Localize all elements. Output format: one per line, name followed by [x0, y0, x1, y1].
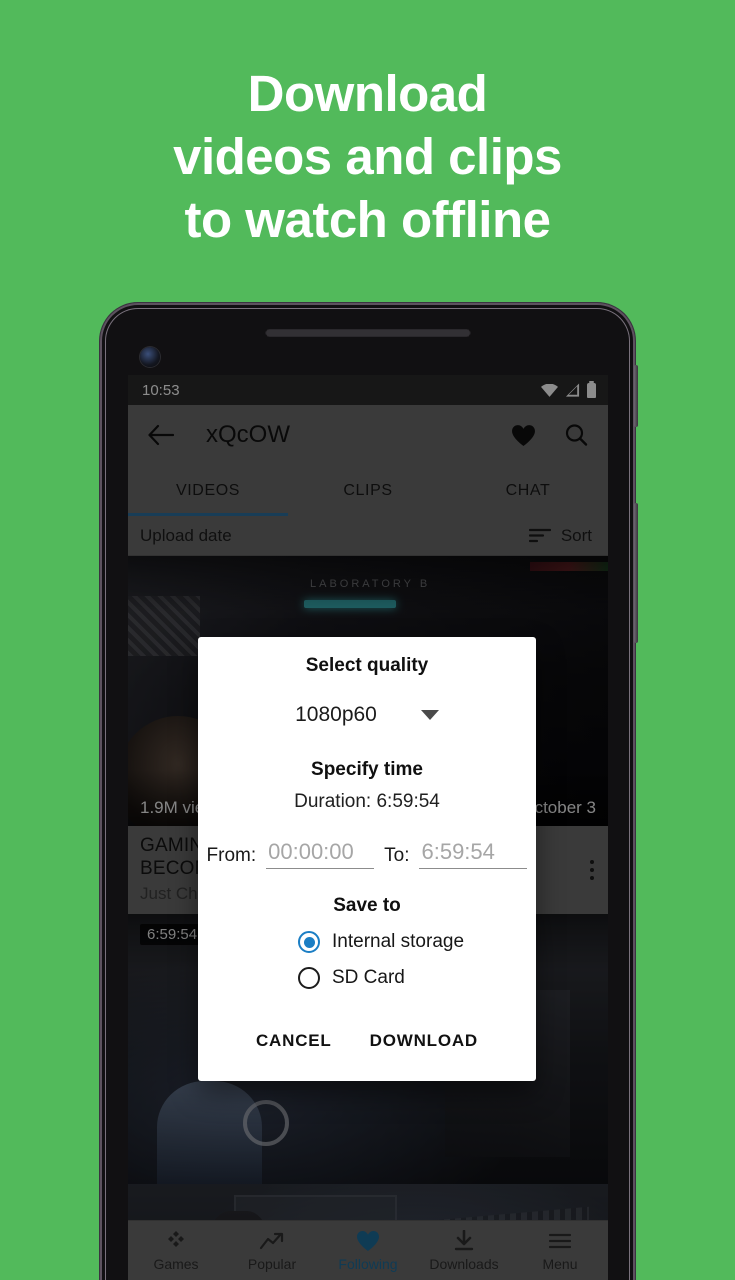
radio-option-sd-card[interactable]: SD Card — [198, 967, 536, 989]
download-dialog: Select quality 1080p60 Specify time Dura… — [198, 637, 536, 1081]
earpiece-speaker — [265, 329, 470, 337]
promo-headline-line-1: Download — [247, 65, 488, 122]
power-button[interactable] — [634, 365, 638, 427]
quality-selected-value: 1080p60 — [295, 703, 377, 726]
phone-device-frame: 10:53 xQcOW VIDEOS CLIPS CHAT Upload dat… — [100, 303, 638, 1280]
cancel-button[interactable]: CANCEL — [246, 1023, 342, 1059]
quality-dropdown[interactable]: 1080p60 — [198, 703, 536, 727]
radio-label: Internal storage — [332, 931, 465, 952]
promo-headline-line-2: videos and clips — [173, 128, 562, 185]
dialog-time-title: Specify time — [311, 759, 423, 780]
dialog-saveto-title: Save to — [333, 895, 401, 916]
download-button[interactable]: DOWNLOAD — [360, 1023, 488, 1059]
from-time-input[interactable] — [266, 839, 375, 869]
volume-button[interactable] — [634, 503, 638, 643]
from-label: From: — [206, 845, 257, 866]
radio-button-icon[interactable] — [298, 931, 320, 953]
chevron-down-icon — [420, 710, 439, 720]
time-range-row: From: To: — [198, 839, 536, 869]
radio-button-icon[interactable] — [298, 967, 320, 989]
phone-screen: 10:53 xQcOW VIDEOS CLIPS CHAT Upload dat… — [128, 375, 608, 1280]
radio-option-internal-storage[interactable]: Internal storage — [198, 931, 536, 953]
dialog-duration-text: Duration: 6:59:54 — [294, 791, 440, 812]
radio-label: SD Card — [332, 967, 405, 988]
dialog-actions: CANCEL DOWNLOAD — [198, 1023, 536, 1073]
promo-headline-line-3: to watch offline — [184, 191, 551, 248]
front-camera-icon — [140, 347, 160, 367]
to-time-input[interactable] — [419, 839, 528, 869]
to-label: To: — [384, 845, 410, 866]
dialog-quality-title: Select quality — [305, 655, 429, 676]
promo-headline: Download videos and clips to watch offli… — [0, 62, 735, 251]
